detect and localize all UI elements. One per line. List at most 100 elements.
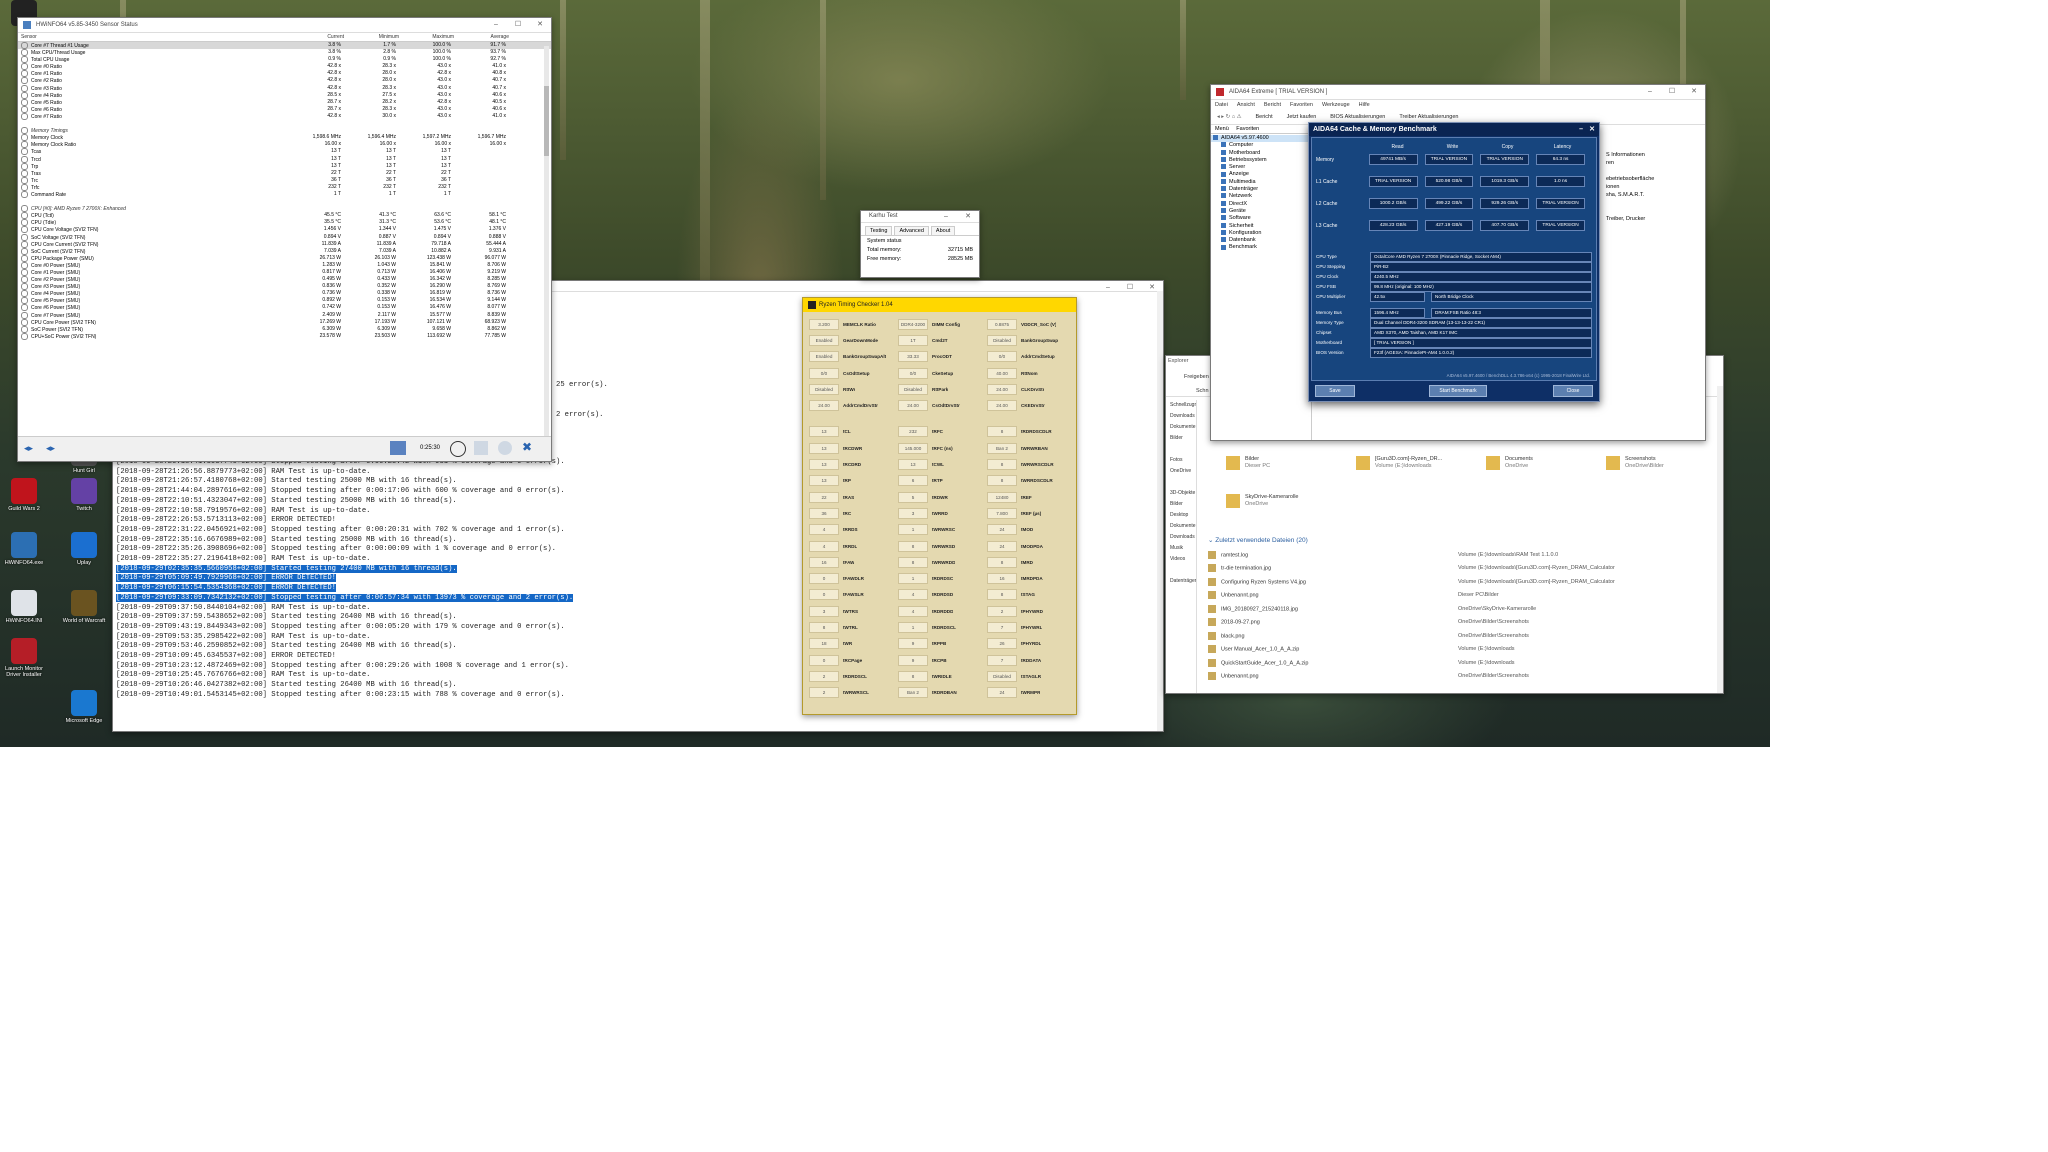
menu-item[interactable]: Datei bbox=[1215, 102, 1228, 108]
sensor-row[interactable]: CPU Core Voltage (SVI2 TFN) 1.456 V 1.344 … bbox=[18, 226, 551, 234]
sensor-row[interactable]: SoC Voltage (SVI2 TFN) 0.894 V 0.887 V 0.89… bbox=[18, 233, 551, 241]
col-current[interactable]: Current bbox=[289, 34, 344, 40]
tree-item[interactable]: Datenträger bbox=[1211, 186, 1311, 193]
timing-value[interactable]: 13 bbox=[809, 459, 839, 471]
tree-item[interactable]: Anzeige bbox=[1211, 171, 1311, 178]
console-scrollbar[interactable] bbox=[1157, 291, 1163, 731]
timing-value[interactable]: 2 bbox=[987, 605, 1017, 617]
recent-file-row[interactable]: Configuring Ryzen Systems V4.jpg Volume (… bbox=[1208, 575, 1715, 589]
timing-value[interactable]: 36 bbox=[809, 507, 839, 519]
hwinfo-window[interactable]: HWiNFO64 v5.85-3450 Sensor Status – ☐ ✕ Se… bbox=[17, 17, 552, 462]
log-line[interactable]: [2018-09-28T21:26:56.8879773+02:00] RAM … bbox=[113, 468, 573, 478]
panel-item[interactable]: ren bbox=[1606, 159, 1654, 167]
sensor-row[interactable]: Core #4 Power (SMU) 0.736 W 0.338 W 16.819 … bbox=[18, 290, 551, 298]
sensor-row[interactable]: Max CPU/Thread Usage 3.8 % 2.8 % 100.0 % 93.… bbox=[18, 49, 551, 57]
timing-value[interactable]: 12480 bbox=[987, 491, 1017, 503]
sensor-row[interactable]: CPU [#0]: AMD Ryzen 7 2700X: Enhanced bbox=[18, 205, 551, 213]
log-line[interactable]: [2018-09-29T06:15:54.5354368+02:00] ERRO… bbox=[113, 584, 573, 594]
nav-right-icon[interactable]: ◂▸ bbox=[46, 443, 55, 454]
toolbar-item[interactable]: Bericht bbox=[1256, 114, 1273, 120]
timing-value[interactable]: 8 bbox=[898, 670, 928, 682]
close-sensors-icon[interactable]: ✖ bbox=[522, 440, 532, 454]
sensor-row[interactable]: SoC Current (SVI2 TFN) 7.039 A 7.039 A 10.8… bbox=[18, 247, 551, 255]
maximize-icon[interactable]: ☐ bbox=[1119, 281, 1141, 295]
save-button[interactable]: Save bbox=[1315, 385, 1355, 397]
recent-file-row[interactable]: Unbenannt.png Dieser PC\Bilder bbox=[1208, 589, 1715, 603]
tree-item[interactable]: Konfiguration bbox=[1211, 230, 1311, 237]
log-line[interactable]: [2018-09-29T10:26:46.0427382+02:00] Star… bbox=[113, 681, 573, 691]
timing-value[interactable]: 24.00 bbox=[987, 400, 1017, 412]
tab-menu[interactable]: Menü bbox=[1215, 126, 1229, 132]
sensor-row[interactable]: CPU Core Power (SVI2 TFN) 17.269 W 17.193 … bbox=[18, 318, 551, 326]
timing-value[interactable]: 22 bbox=[809, 491, 839, 503]
timing-value[interactable]: 0 bbox=[809, 654, 839, 666]
menu-item[interactable]: Ansicht bbox=[1237, 102, 1255, 108]
settings-icon[interactable] bbox=[498, 441, 512, 455]
sensor-row[interactable]: Memory Clock 1,598.6 MHz 1,596.4 MHz 1,597.… bbox=[18, 134, 551, 142]
tree-item[interactable]: Server bbox=[1211, 164, 1311, 171]
timing-value[interactable]: 2 bbox=[809, 687, 839, 699]
hwinfo-sensor-list[interactable]: Core #7 Thread #1 Usage 3.8 % 1.7 % 100.0 %… bbox=[18, 42, 551, 340]
nav-item[interactable]: Schnellzugriff bbox=[1166, 400, 1196, 411]
sensor-row[interactable]: Tras 22 T 22 T 22 T bbox=[18, 169, 551, 177]
tree-item[interactable]: Datenbank bbox=[1211, 237, 1311, 244]
sensor-row[interactable] bbox=[18, 120, 551, 127]
panel-item[interactable]: Treiber, Drucker bbox=[1606, 215, 1654, 223]
minimize-icon[interactable]: – bbox=[1579, 123, 1583, 136]
timing-value[interactable]: 7 bbox=[987, 654, 1017, 666]
sensor-row[interactable]: Core #4 Ratio 28.5 x 27.5 x 43.0 x 40.6 x bbox=[18, 91, 551, 99]
tree-item[interactable]: AIDA64 v5.97.4600 bbox=[1211, 135, 1311, 143]
nav-item[interactable] bbox=[1166, 565, 1196, 576]
timing-value[interactable]: 9 bbox=[898, 654, 928, 666]
minimize-icon[interactable]: – bbox=[485, 18, 507, 32]
tree-item[interactable]: DirectX bbox=[1211, 201, 1311, 208]
sensor-row[interactable]: Core #7 Power (SMU) 2.409 W 2.117 W 15.577 … bbox=[18, 311, 551, 319]
nav-item[interactable]: Fotos bbox=[1166, 455, 1196, 466]
sensor-row[interactable]: Core #3 Power (SMU) 0.836 W 0.352 W 16.290 … bbox=[18, 283, 551, 291]
col-maximum[interactable]: Maximum bbox=[399, 34, 454, 40]
log-line[interactable]: [2018-09-29T10:25:45.7676766+02:00] RAM … bbox=[113, 671, 573, 681]
timing-value[interactable]: 16 bbox=[987, 573, 1017, 585]
panel-item[interactable]: ionen bbox=[1606, 183, 1654, 191]
timing-value[interactable]: 3.200 bbox=[809, 318, 839, 330]
tree-item[interactable]: Sicherheit bbox=[1211, 223, 1311, 230]
nav-item[interactable] bbox=[1166, 477, 1196, 488]
quick-access-item[interactable]: Bilder Dieser PC bbox=[1226, 456, 1270, 470]
timing-value[interactable]: 2 bbox=[809, 670, 839, 682]
timing-value[interactable]: 16 bbox=[809, 556, 839, 568]
timing-value[interactable]: Ban 2 bbox=[987, 442, 1017, 454]
menu-item[interactable]: Bericht bbox=[1264, 102, 1281, 108]
recent-file-row[interactable]: Unbenannt.png OneDrive\Bilder\Screenshots bbox=[1208, 670, 1715, 684]
sensor-row[interactable]: SoC Power (SVI2 TFN) 6.309 W 6.309 W 9.658 … bbox=[18, 325, 551, 333]
log-line[interactable]: [2018-09-28T22:26:53.5713113+02:00] ERRO… bbox=[113, 516, 573, 526]
sensor-row[interactable]: CPU+SoC Power (SVI2 TFN) 23.578 W 23.503 W… bbox=[18, 332, 551, 340]
col-average[interactable]: Average bbox=[454, 34, 509, 40]
col-minimum[interactable]: Minimum bbox=[344, 34, 399, 40]
maximize-icon[interactable]: ☐ bbox=[1661, 85, 1683, 99]
timing-value[interactable]: 0 bbox=[809, 589, 839, 601]
sensor-row[interactable]: Core #3 Ratio 42.8 x 28.3 x 43.0 x 40.7 x bbox=[18, 84, 551, 92]
nav-item[interactable]: Videos bbox=[1166, 554, 1196, 565]
toolbar-item[interactable]: Jetzt kaufen bbox=[1287, 114, 1317, 120]
desktop-icon[interactable]: World of Warcraft bbox=[62, 590, 106, 624]
sensor-row[interactable]: Core #2 Power (SMU) 0.495 W 0.433 W 16.342 … bbox=[18, 276, 551, 284]
close-icon[interactable]: ✕ bbox=[1589, 123, 1595, 136]
sensor-row[interactable]: Command Rate 1 T 1 T 1 T bbox=[18, 190, 551, 198]
clock-icon[interactable] bbox=[450, 441, 466, 457]
desktop-icon[interactable]: HWiNFO64.exe bbox=[2, 532, 46, 566]
sensor-row[interactable]: Core #7 Thread #1 Usage 3.8 % 1.7 % 100.0 %… bbox=[18, 42, 551, 50]
timing-value[interactable]: Enabled bbox=[809, 351, 839, 363]
nav-left-icon[interactable]: ◂▸ bbox=[24, 443, 33, 454]
timing-value[interactable]: 9 bbox=[898, 638, 928, 650]
karhu-window[interactable]: Karhu Test – ✕ Testing Advanced About Sys… bbox=[860, 210, 980, 278]
sensor-row[interactable]: Tcas 13 T 13 T 13 T bbox=[18, 148, 551, 156]
tree-item[interactable]: Geräte bbox=[1211, 208, 1311, 215]
panel-item[interactable]: S Informationen bbox=[1606, 151, 1654, 159]
col-sensor[interactable]: Sensor bbox=[21, 34, 289, 40]
panel-item[interactable]: sha, S.M.A.R.T. bbox=[1606, 191, 1654, 199]
desktop-icon[interactable]: Twitch bbox=[62, 478, 106, 512]
timing-value[interactable]: 8 bbox=[987, 426, 1017, 438]
timing-value[interactable]: 8 bbox=[987, 475, 1017, 487]
toolbar-item[interactable]: BIOS Aktualisierungen bbox=[1330, 114, 1385, 120]
log-line[interactable]: [2018-09-28T22:10:58.7919576+02:00] RAM … bbox=[113, 507, 573, 517]
